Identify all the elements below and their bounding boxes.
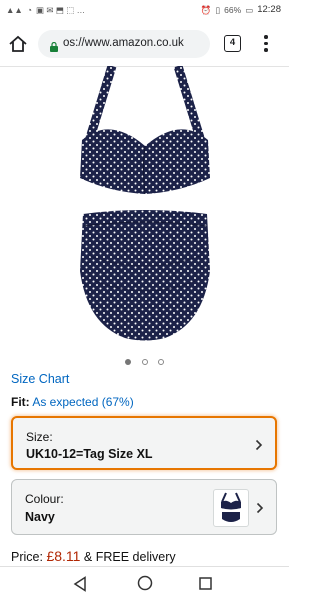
back-icon[interactable] [73, 576, 87, 597]
vibrate-icon: ▯ [215, 5, 221, 15]
fit-value-link[interactable]: As expected (67%) [32, 395, 133, 409]
lock-icon [50, 39, 58, 52]
home-circle-icon[interactable] [137, 575, 153, 596]
product-image[interactable] [60, 64, 230, 346]
system-navigation-bar [0, 566, 289, 601]
size-label: Size: [26, 430, 53, 444]
price-value: £8.11 [46, 548, 81, 564]
price-line: Price: £8.11 & FREE delivery [11, 548, 176, 564]
image-pagination [0, 352, 289, 370]
delivery-text: & FREE delivery [83, 550, 176, 564]
size-value: UK10-12=Tag Size XL [26, 447, 153, 461]
colour-swatch-thumbnail [213, 489, 249, 527]
clock: 12:28 [257, 4, 281, 15]
pagination-dot[interactable] [141, 359, 148, 365]
size-chart-link[interactable]: Size Chart [11, 372, 69, 386]
price-label: Price: [11, 550, 43, 564]
colour-selector[interactable]: Colour: Navy [11, 479, 277, 535]
status-bar: ▲▲ ◔ ▣ ✉ ⬒ ⬚ … ⏰ ▯ 66% ▭ 12:28 [0, 0, 289, 22]
alarm-icon: ⏰ [200, 5, 212, 15]
url-text: os://www.amazon.co.uk [63, 37, 184, 49]
tab-switcher-icon[interactable]: 4 [224, 35, 241, 52]
colour-value: Navy [25, 510, 55, 524]
chevron-right-icon [255, 438, 263, 451]
fit-label: Fit: [11, 395, 30, 409]
pagination-dot[interactable] [157, 359, 164, 365]
battery-percentage: 66% [224, 5, 242, 15]
colour-label: Colour: [25, 492, 64, 506]
notification-icons: ▣ ✉ ⬒ ⬚ … [35, 5, 86, 15]
chevron-right-icon [256, 501, 264, 514]
pagination-dot[interactable] [125, 359, 132, 365]
battery-icon: ▭ [245, 5, 254, 15]
overflow-menu-icon[interactable] [263, 35, 269, 53]
browser-toolbar: os://www.amazon.co.uk 4 [0, 22, 289, 67]
fit-info: Fit: As expected (67%) [11, 395, 134, 409]
url-bar[interactable]: os://www.amazon.co.uk [38, 30, 210, 58]
size-selector[interactable]: Size: UK10-12=Tag Size XL [11, 416, 277, 470]
signal-icon: ▲▲ [6, 5, 23, 15]
recent-apps-icon[interactable] [199, 577, 212, 595]
wifi-icon: ◔ [26, 5, 32, 15]
home-icon[interactable] [8, 34, 28, 54]
